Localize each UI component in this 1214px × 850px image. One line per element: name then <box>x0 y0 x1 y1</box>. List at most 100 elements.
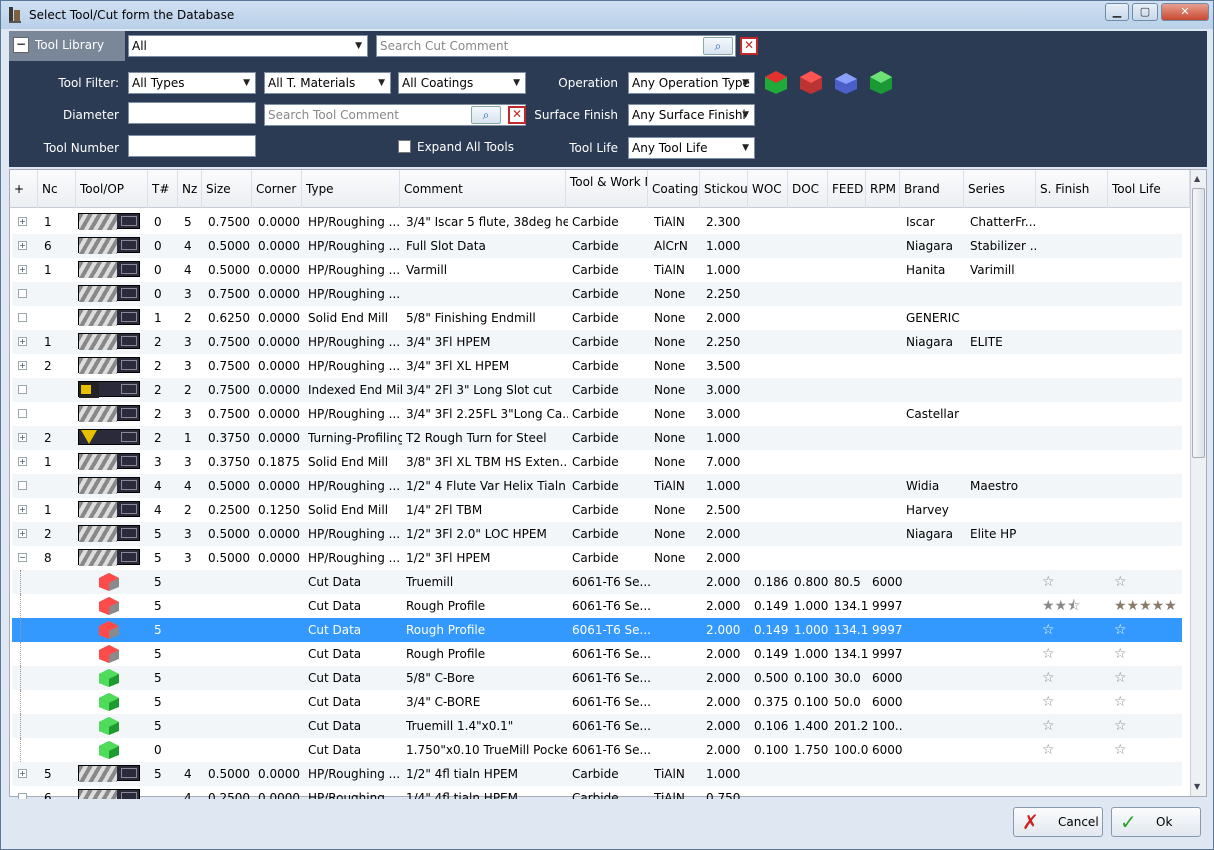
tool-row[interactable]: +2 5 3 0.5000 0.0000 HP/Roughing ... 1/2" 3Fl … <box>12 522 1182 546</box>
column-header[interactable]: Series <box>964 170 1036 208</box>
column-header[interactable]: Brand <box>900 170 964 208</box>
tool-life-rating-icon[interactable]: ☆ <box>1114 690 1127 714</box>
op-red-green-cube-icon[interactable] <box>763 69 789 95</box>
column-header[interactable]: + <box>10 170 38 208</box>
op-blue-cube-icon[interactable] <box>833 69 859 95</box>
tool-row[interactable]: +1 4 2 0.2500 0.1250 Solid End Mill 1/4" 2Fl T… <box>12 498 1182 522</box>
ok-button[interactable]: ✓ Ok <box>1111 807 1201 837</box>
column-header[interactable]: DOC <box>788 170 828 208</box>
cut-row[interactable]: 5 Cut Data Rough Profile 6061-T6 Se... 2.000… <box>12 642 1182 666</box>
minimize-button[interactable]: ▁ <box>1105 3 1129 21</box>
surface-finish-rating-icon[interactable]: ☆ <box>1042 690 1055 714</box>
close-button[interactable]: ✕ <box>1161 3 1209 21</box>
clear-cut-search-button[interactable]: ✕ <box>740 37 758 55</box>
tool-row[interactable]: 1 2 0.6250 0.0000 Solid End Mill 5/8" Finishi… <box>12 306 1182 330</box>
cut-row[interactable]: 5 Cut Data Truemill 1.4"x0.1" 6061-T6 Se...… <box>12 714 1182 738</box>
search-cut-button[interactable]: ⌕ <box>703 37 733 55</box>
types-select[interactable]: All Types ▼ <box>128 72 256 94</box>
column-header[interactable]: Tool Life <box>1108 170 1190 208</box>
column-header[interactable]: FEED <box>828 170 866 208</box>
column-header[interactable]: Tool & Work Material <box>566 170 648 208</box>
expand-node-icon[interactable] <box>18 385 27 394</box>
search-tool-button[interactable]: ⌕ <box>471 106 501 124</box>
column-header[interactable]: Corner <box>252 170 302 208</box>
search-cut-comment-input[interactable]: Search Cut Comment <box>376 35 736 57</box>
surface-finish-rating-icon[interactable]: ☆ <box>1042 618 1055 642</box>
tool-life-rating-icon[interactable]: ★★★★★ <box>1114 594 1177 618</box>
scroll-up-icon[interactable]: ▲ <box>1194 174 1200 183</box>
tool-row[interactable]: +2 2 1 0.3750 0.0000 Turning-Profiling T2 Roug… <box>12 426 1182 450</box>
expand-node-icon[interactable] <box>18 409 27 418</box>
expand-node-icon[interactable] <box>18 313 27 322</box>
tool-row[interactable]: +1 2 3 0.7500 0.0000 HP/Roughing ... 3/4" 3Fl … <box>12 330 1182 354</box>
maximize-button[interactable]: ▢ <box>1132 3 1158 21</box>
collapse-node-icon[interactable]: − <box>18 553 27 562</box>
coatings-select[interactable]: All Coatings ▼ <box>398 72 526 94</box>
expand-node-icon[interactable]: + <box>18 457 27 466</box>
tool-row[interactable]: − 8 5 3 0.5000 0.0000 HP/Roughing ... 1/2" 3Fl … <box>12 546 1182 570</box>
tool-row[interactable]: +1 0 4 0.5000 0.0000 HP/Roughing ... Varmill Ca… <box>12 258 1182 282</box>
column-header[interactable]: RPM <box>866 170 900 208</box>
tool-row[interactable]: +2 2 3 0.7500 0.0000 HP/Roughing ... 3/4" 3Fl … <box>12 354 1182 378</box>
expand-node-icon[interactable] <box>18 289 27 298</box>
column-header[interactable]: S. Finish <box>1036 170 1108 208</box>
expand-node-icon[interactable]: + <box>18 217 27 226</box>
surface-finish-rating-icon[interactable]: ☆ <box>1042 738 1055 762</box>
tool-row[interactable]: +1 0 5 0.7500 0.0000 HP/Roughing ... 3/4" Isca… <box>12 210 1182 234</box>
library-select[interactable]: All ▼ <box>128 35 368 57</box>
vertical-scrollbar[interactable]: ▲ ▼ <box>1190 170 1206 796</box>
cut-row[interactable]: 5 Cut Data Truemill 6061-T6 Se... 2.000 0.186… <box>12 570 1182 594</box>
column-header[interactable]: T# <box>148 170 178 208</box>
tool-row[interactable]: 2 3 0.7500 0.0000 HP/Roughing ... 3/4" 3Fl 2.… <box>12 402 1182 426</box>
tool-life-rating-icon[interactable]: ☆ <box>1114 714 1127 738</box>
surface-finish-rating-icon[interactable]: ☆ <box>1042 666 1055 690</box>
cut-row[interactable]: 0 Cut Data 1.750"x0.10 TrueMill Pocket 6061… <box>12 738 1182 762</box>
column-header[interactable]: Size <box>202 170 252 208</box>
tool-life-rating-icon[interactable]: ☆ <box>1114 666 1127 690</box>
tool-row[interactable]: 2 2 0.7500 0.0000 Indexed End Mill 3/4" 2Fl 3… <box>12 378 1182 402</box>
column-header[interactable]: Nc <box>38 170 76 208</box>
column-header[interactable]: Nz <box>178 170 202 208</box>
scroll-down-icon[interactable]: ▼ <box>1194 782 1200 791</box>
surface-finish-select[interactable]: Any Surface Finishi ▼ <box>628 104 755 126</box>
op-green-cube-icon[interactable] <box>868 69 894 95</box>
expand-node-icon[interactable]: + <box>18 433 27 442</box>
cut-row[interactable]: 5 Cut Data Rough Profile 6061-T6 Se... 2.000… <box>12 594 1182 618</box>
surface-finish-rating-icon[interactable]: ★★⯪ <box>1042 594 1080 618</box>
scroll-thumb[interactable] <box>1192 188 1205 458</box>
tool-life-rating-icon[interactable]: ☆ <box>1114 570 1127 594</box>
cut-row[interactable]: 5 Cut Data Rough Profile 6061-T6 Se... 2.000… <box>12 618 1182 642</box>
column-header[interactable]: WOC <box>748 170 788 208</box>
tool-row[interactable]: 0 3 0.7500 0.0000 HP/Roughing ... Carbide None… <box>12 282 1182 306</box>
operation-select[interactable]: Any Operation Type ▼ <box>628 72 755 94</box>
tool-row[interactable]: 4 4 0.5000 0.0000 HP/Roughing ... 1/2" 4 Flut… <box>12 474 1182 498</box>
expand-node-icon[interactable]: + <box>18 241 27 250</box>
column-header[interactable]: Comment <box>400 170 566 208</box>
column-header[interactable]: Coating <box>648 170 700 208</box>
expand-all-checkbox[interactable] <box>398 140 411 153</box>
tool-row[interactable]: +1 3 3 0.3750 0.1875 Solid End Mill 3/8" 3Fl X… <box>12 450 1182 474</box>
column-header[interactable]: Stickout <box>700 170 748 208</box>
expand-node-icon[interactable]: + <box>18 505 27 514</box>
surface-finish-rating-icon[interactable]: ☆ <box>1042 642 1055 666</box>
surface-finish-rating-icon[interactable]: ☆ <box>1042 570 1055 594</box>
tool-row[interactable]: +5 5 4 0.5000 0.0000 HP/Roughing ... 1/2" 4fl … <box>12 762 1182 786</box>
tool-life-rating-icon[interactable]: ☆ <box>1114 738 1127 762</box>
diameter-input[interactable] <box>128 102 256 124</box>
expand-node-icon[interactable]: + <box>18 769 27 778</box>
column-header[interactable]: Tool/OP <box>76 170 148 208</box>
cancel-button[interactable]: ✗ Cancel <box>1013 807 1103 837</box>
tool-life-rating-icon[interactable]: ☆ <box>1114 618 1127 642</box>
column-header[interactable]: Type <box>302 170 400 208</box>
surface-finish-rating-icon[interactable]: ☆ <box>1042 714 1055 738</box>
tool-life-rating-icon[interactable]: ☆ <box>1114 642 1127 666</box>
expand-node-icon[interactable]: + <box>18 529 27 538</box>
expand-node-icon[interactable]: + <box>18 337 27 346</box>
tool-library-header[interactable]: − Tool Library <box>9 31 125 61</box>
expand-node-icon[interactable] <box>18 481 27 490</box>
expand-node-icon[interactable]: + <box>18 361 27 370</box>
op-red-cube-icon[interactable] <box>798 69 824 95</box>
tool-life-select[interactable]: Any Tool Life ▼ <box>628 137 755 159</box>
cut-row[interactable]: 5 Cut Data 5/8" C-Bore 6061-T6 Se... 2.000 0.… <box>12 666 1182 690</box>
expand-node-icon[interactable]: + <box>18 265 27 274</box>
